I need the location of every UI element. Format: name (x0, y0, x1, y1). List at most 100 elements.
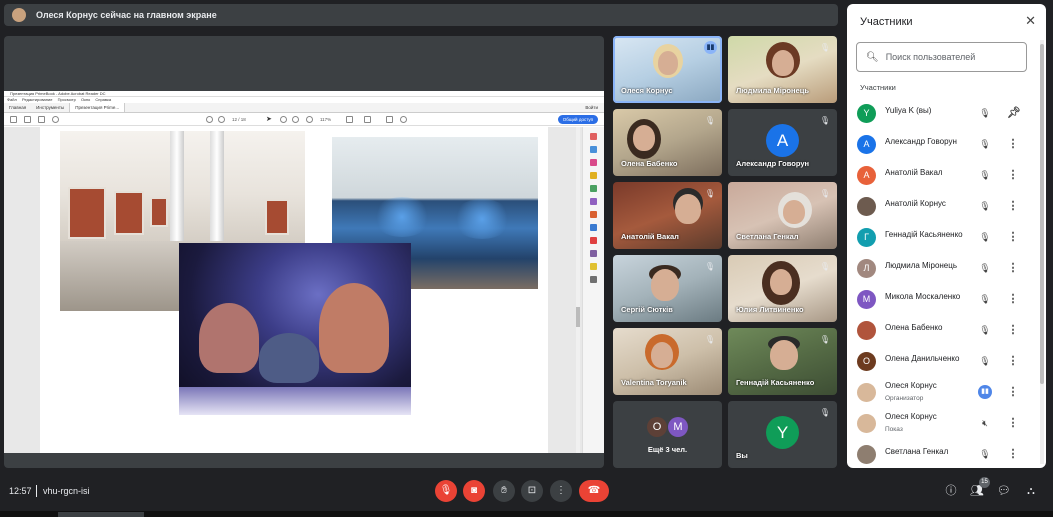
more-vert-icon[interactable]: ⋮ (1007, 384, 1019, 400)
mic-off-icon[interactable]: 🎙︎ (978, 447, 992, 461)
presenter-avatar (12, 8, 26, 22)
participant-row[interactable]: А Александр Говорун 🎙︎ ⋮ (847, 129, 1039, 160)
exhibit-panel (265, 199, 289, 235)
participant-row[interactable]: Л Людмила Міронець 🎙︎ ⋮ (847, 253, 1039, 284)
participant-row[interactable]: А Анатолій Вакал 🎙︎ ⋮ (847, 160, 1039, 191)
tile-name: Вы (736, 451, 748, 460)
participant-row[interactable]: М Микола Москаленко 🎙︎ ⋮ (847, 284, 1039, 315)
volume-off-icon[interactable]: 🔇︎ (978, 416, 992, 430)
pin-icon[interactable]: 📌︎ (1007, 105, 1021, 121)
tool-icon (590, 263, 597, 270)
mic-off-icon[interactable]: 🎙︎ (978, 323, 992, 337)
participant-tile[interactable]: А 🎙︎ Александр Говорун (728, 109, 837, 176)
tile-name: Александр Говорун (736, 159, 810, 168)
tool-icon (590, 159, 597, 166)
participant-row[interactable]: Олеся Корнус Организатор ▮▮ ⋮ (847, 377, 1039, 408)
tool-icon (590, 198, 597, 205)
acrobat-menu-item: Файл (7, 97, 17, 102)
mic-off-icon[interactable]: 🎙︎ (978, 354, 992, 368)
acrobat-page-number: 12 / 18 (232, 117, 246, 122)
participant-photo-avatar (857, 197, 876, 216)
participant-avatar: М (857, 290, 876, 309)
coral (199, 303, 259, 373)
more-vert-icon[interactable]: ⋮ (1007, 229, 1019, 245)
participant-tile[interactable]: 🎙︎ Сергій Сютків (613, 255, 722, 322)
leave-call-button[interactable]: ☎︎ (579, 480, 609, 502)
tile-name: Светлана Генкал (736, 232, 799, 241)
mic-off-icon[interactable]: 🎙︎ (978, 292, 992, 306)
participant-tile[interactable]: 🎙︎ Valentina Toryanik (613, 328, 722, 395)
more-vert-icon[interactable]: ⋮ (1007, 167, 1019, 183)
document-area (4, 127, 604, 453)
participant-row[interactable]: Y Yuliya K (вы) 🎙︎ 📌︎ (847, 98, 1039, 129)
panel-scrollbar[interactable] (1040, 40, 1044, 464)
tile-name: Геннадій Касьяненко (736, 378, 815, 387)
participant-role: Показ (885, 426, 903, 433)
more-vert-icon[interactable]: ⋮ (1007, 136, 1019, 152)
participant-tile[interactable]: 🎙︎ Анатолій Вакал (613, 182, 722, 249)
participant-name: Анатолій Вакал (885, 168, 943, 177)
mic-off-icon: 🎙︎ (819, 116, 831, 125)
more-vert-icon[interactable]: ⋮ (1007, 322, 1019, 338)
more-vert-icon[interactable]: ⋮ (1007, 353, 1019, 369)
acrobat-tab-document: Презентация Prime... (69, 103, 126, 112)
self-tile[interactable]: Y 🎙︎ Вы (728, 401, 837, 468)
more-vert-icon[interactable]: ⋮ (1007, 198, 1019, 214)
participant-row[interactable]: Анатолій Корнус 🎙︎ ⋮ (847, 191, 1039, 222)
os-taskbar (0, 511, 1053, 517)
mic-off-icon[interactable]: 🎙︎ (978, 168, 992, 182)
document-scroll-thumb (576, 307, 580, 327)
participant-avatar: А (766, 124, 799, 157)
close-icon[interactable]: ✕ (1025, 13, 1036, 29)
more-options-button[interactable]: ⋮ (550, 480, 572, 502)
more-vert-icon[interactable]: ⋮ (1007, 260, 1019, 276)
participant-row[interactable]: Олеся Корнус Показ 🔇︎ ⋮ (847, 408, 1039, 439)
acrobat-signin: Войти (585, 105, 598, 110)
present-button[interactable]: ⊡ (521, 480, 543, 502)
participant-row[interactable]: Г Геннадій Касьяненко 🎙︎ ⋮ (847, 222, 1039, 253)
meeting-details-button[interactable]: ⓘ (943, 483, 959, 499)
more-participants-tile[interactable]: О М Ещё 3 чел. (613, 401, 722, 468)
participant-tile[interactable]: 🎙︎ Геннадій Касьяненко (728, 328, 837, 395)
participant-row[interactable]: Олена Бабенко 🎙︎ ⋮ (847, 315, 1039, 346)
mic-toggle-button[interactable]: 🎙︎ (435, 480, 457, 502)
mic-off-icon[interactable]: 🎙︎ (978, 230, 992, 244)
participant-name: Олеся Корнус (885, 412, 937, 421)
mic-off-icon[interactable]: 🎙︎ (978, 261, 992, 275)
participant-tile[interactable]: 🎙︎ Людмила Міронець (728, 36, 837, 103)
coral-reef-photo (179, 243, 411, 415)
participant-name: Микола Москаленко (885, 292, 961, 301)
tool-icon (590, 172, 597, 179)
more-vert-icon[interactable]: ⋮ (1007, 291, 1019, 307)
participant-tile[interactable]: 🎙︎ Олена Бабенко (613, 109, 722, 176)
acrobat-menu-item: Просмотр (57, 97, 76, 102)
participant-avatar: А (857, 135, 876, 154)
activities-button[interactable]: ⛬ (1023, 483, 1039, 499)
tile-video-figure (770, 269, 792, 295)
participant-tile[interactable]: 🎙︎ Юлия Литвиненко (728, 255, 837, 322)
participant-photo-avatar (857, 414, 876, 433)
participant-tile[interactable]: 🎙︎ Светлана Генкал (728, 182, 837, 249)
present-screen-icon: ⊡ (527, 485, 537, 496)
tank-light (372, 197, 432, 237)
tile-video-figure (783, 200, 805, 224)
raise-hand-button[interactable]: ✋︎ (493, 480, 515, 502)
mic-off-icon[interactable]: 🎙︎ (978, 137, 992, 151)
tool-icon (590, 250, 597, 257)
camera-toggle-button[interactable]: ◙ (463, 480, 485, 502)
chat-button[interactable]: 💬︎ (996, 483, 1012, 499)
search-input[interactable]: 🔍︎ Поиск пользователей (856, 42, 1027, 72)
mic-off-icon[interactable]: 🎙︎ (978, 199, 992, 213)
presentation-stage[interactable]: Презентация PrimeBook - Adobe Acrobat Re… (4, 36, 604, 468)
exhibit-panel (68, 187, 106, 239)
participant-tile[interactable]: ▮▮ Олеся Корнус (613, 36, 722, 103)
tool-icon (590, 133, 597, 140)
more-vert-icon[interactable]: ⋮ (1007, 415, 1019, 431)
acrobat-tab-home: Главная (9, 105, 27, 110)
meet-window: Олеся Корнус сейчас на главном экране Пр… (0, 0, 1053, 517)
search-icon: 🔍︎ (866, 51, 879, 63)
participant-row[interactable]: Светлана Генкал 🎙︎ ⋮ (847, 439, 1039, 468)
more-vert-icon[interactable]: ⋮ (1007, 446, 1019, 462)
participant-row[interactable]: О Олена Данильченко 🎙︎ ⋮ (847, 346, 1039, 377)
search-placeholder: Поиск пользователей (885, 52, 976, 62)
